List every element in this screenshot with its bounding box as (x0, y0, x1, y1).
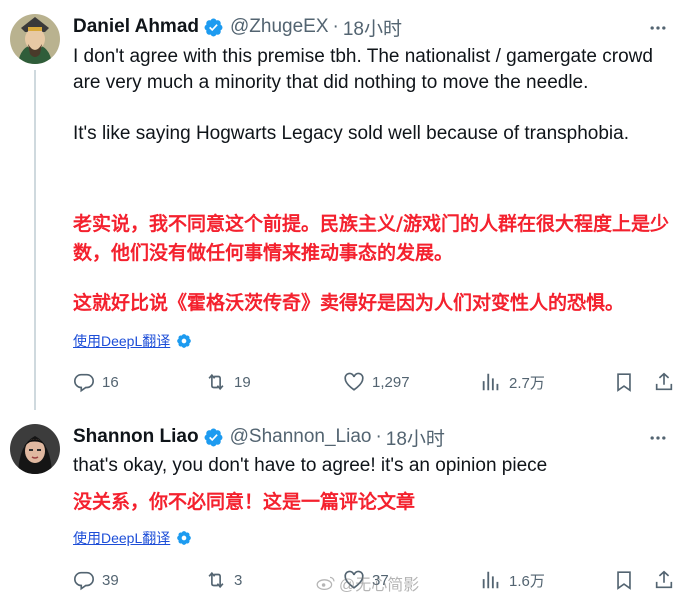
separator-dot: · (332, 16, 339, 37)
tweet-text: that's okay, you don't have to agree! it… (73, 453, 673, 479)
retweet-count: 19 (234, 373, 251, 391)
retweet-icon (205, 569, 227, 591)
watermark-text: @无心简影 (339, 577, 420, 594)
reply-button[interactable]: 16 (73, 370, 119, 394)
more-icon[interactable] (646, 16, 670, 40)
view-count: 2.7万 (509, 374, 545, 392)
like-button[interactable]: 1,297 (343, 370, 410, 394)
reply-count: 16 (102, 373, 119, 391)
author-name[interactable]: Shannon Liao (73, 426, 199, 448)
reply-count: 39 (102, 571, 119, 589)
share-button[interactable] (653, 370, 675, 394)
tweet-paragraph: I don't agree with this premise tbh. The… (73, 46, 653, 93)
translate-with-deepl[interactable]: 使用DeepL翻译 (73, 528, 192, 548)
view-count: 1.6万 (509, 572, 545, 590)
author-handle[interactable]: @ZhugeEX (230, 16, 329, 38)
translation-text: 没关系，你不必同意！这是一篇评论文章 (73, 488, 683, 517)
author-name[interactable]: Daniel Ahmad (73, 16, 199, 38)
views-icon (480, 371, 502, 393)
retweet-button[interactable]: 3 (205, 568, 242, 592)
tweet-actions: 16 19 1,297 2.7万 (73, 370, 675, 394)
weibo-logo-icon (316, 576, 335, 591)
bookmark-button[interactable] (613, 370, 635, 394)
retweet-count: 3 (234, 571, 243, 589)
tweet-paragraph: that's okay, you don't have to agree! it… (73, 455, 548, 476)
like-count: 1,297 (372, 373, 410, 391)
views-icon (480, 569, 502, 591)
like-icon (343, 371, 365, 393)
tweet-timestamp[interactable]: 18小时 (386, 424, 445, 451)
bookmark-icon (613, 371, 635, 393)
translation-paragraph: 没关系，你不必同意！这是一篇评论文章 (73, 491, 416, 513)
tweet-text: I don't agree with this premise tbh. The… (73, 44, 673, 147)
bookmark-button[interactable] (613, 568, 635, 592)
thread-line (34, 70, 36, 410)
watermark: @无心简影 (316, 571, 419, 595)
tweet-header: Daniel Ahmad @ZhugeEX · 18小时 (73, 14, 402, 40)
bookmark-icon (613, 569, 635, 591)
reply-icon (73, 569, 95, 591)
tweet-daniel-ahmad[interactable]: Daniel Ahmad @ZhugeEX · 18小时 I don't agr… (0, 0, 690, 410)
more-icon[interactable] (646, 426, 670, 450)
deepl-badge-icon (177, 334, 192, 348)
translation-paragraph: 这就好比说《霍格沃茨传奇》卖得好是因为人们对变性人的恐惧。 (73, 292, 625, 314)
retweet-icon (205, 371, 227, 393)
translate-link[interactable]: 使用DeepL翻译 (73, 331, 170, 351)
retweet-button[interactable]: 19 (205, 370, 251, 394)
views-button[interactable]: 2.7万 (480, 370, 545, 394)
translate-with-deepl[interactable]: 使用DeepL翻译 (73, 331, 192, 351)
author-handle[interactable]: @Shannon_Liao (230, 426, 372, 448)
translation-paragraph: 老实说，我不同意这个前提。民族主义/游戏门的人群在很大程度上是少数，他们没有做任… (73, 213, 669, 264)
reply-button[interactable]: 39 (73, 568, 119, 592)
share-button[interactable] (653, 568, 675, 592)
views-button[interactable]: 1.6万 (480, 568, 545, 592)
deepl-badge-icon (177, 531, 192, 545)
share-icon (653, 371, 675, 393)
tweet-header: Shannon Liao @Shannon_Liao · 18小时 (73, 424, 445, 450)
avatar[interactable] (10, 424, 60, 474)
verified-badge-icon (204, 18, 223, 36)
separator-dot: · (375, 426, 382, 447)
verified-badge-icon (204, 428, 223, 446)
translation-text: 老实说，我不同意这个前提。民族主义/游戏门的人群在很大程度上是少数，他们没有做任… (73, 210, 683, 318)
tweet-paragraph: It's like saying Hogwarts Legacy sold we… (73, 123, 629, 144)
reply-icon (73, 371, 95, 393)
tweet-timestamp[interactable]: 18小时 (343, 14, 402, 41)
avatar[interactable] (10, 14, 60, 64)
share-icon (653, 569, 675, 591)
translate-link[interactable]: 使用DeepL翻译 (73, 528, 170, 548)
